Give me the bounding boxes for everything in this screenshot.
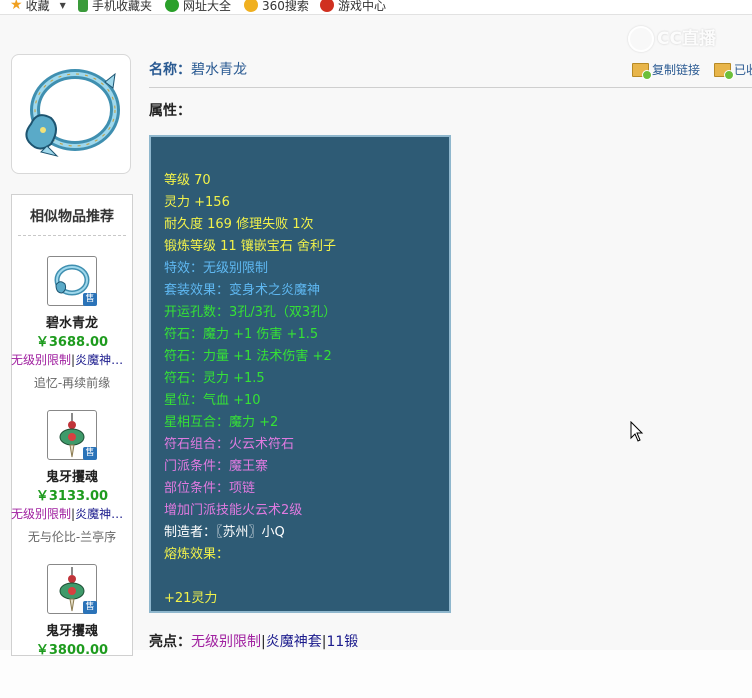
similar-item-thumbnail[interactable]: 售: [47, 410, 97, 460]
search-360-icon: [244, 0, 258, 12]
star-icon: ★: [10, 0, 23, 13]
similar-item-thumbnail[interactable]: 售: [47, 256, 97, 306]
bookmark-label: 游戏中心: [338, 0, 387, 13]
copy-link-icon: [632, 62, 652, 80]
attributes-panel: 等级 70 灵力 +156 耐久度 169 修理失败 1次 锻炼等级 11 镶嵌…: [149, 135, 451, 613]
attr-line-spirit: 灵力 +156: [164, 195, 230, 210]
similar-item-server: 无与伦比-兰亭序: [27, 530, 117, 544]
item-name-label: 名称：: [149, 62, 191, 78]
bookmark-site-directory[interactable]: 网址大全: [165, 0, 231, 14]
attr-line-smelt-value: +21灵力: [164, 591, 218, 606]
attr-line-holes: 开运孔数：3孔/3孔（双3孔）: [164, 305, 337, 320]
copy-link-button[interactable]: 复制链接: [632, 61, 700, 80]
similar-item-name[interactable]: 鬼牙攫魂: [12, 466, 132, 485]
similar-item-name[interactable]: 鬼牙攫魂: [12, 620, 132, 639]
similar-item[interactable]: 售 鬼牙攫魂 ￥3800.00: [12, 544, 132, 698]
bookmarks-bar: ★ 收藏 ▼ 手机收藏夹 网址大全 360搜索 游戏中心: [0, 0, 752, 15]
similar-item-name[interactable]: 碧水青龙: [12, 312, 132, 331]
bookmark-label: 网址大全: [183, 0, 232, 13]
bookmark-favorites[interactable]: ★ 收藏 ▼: [10, 0, 66, 14]
similar-item-price: ￥3800.00: [35, 643, 109, 658]
attr-line-school: 门派条件：魔王寨: [164, 459, 269, 474]
similar-item[interactable]: 售 鬼牙攫魂 ￥3133.00 无级别限制|炎魔神… 无与伦比-兰亭序: [11, 390, 132, 544]
item-name-row: 名称：碧水青龙: [149, 59, 247, 79]
divider: [149, 87, 752, 88]
attr-line-star: 星位：气血 +10: [164, 393, 261, 408]
similar-items-title: 相似物品推荐: [18, 195, 126, 236]
favorite-icon: [714, 62, 734, 80]
highlight-tag: 炎魔神套: [265, 634, 322, 650]
similar-item[interactable]: 售 碧水青龙 ￥3688.00 无级别限制|炎魔神… 追忆-再续前缘: [11, 236, 132, 390]
bookmark-label: 手机收藏夹: [92, 0, 153, 13]
bookmark-mobile-favorites[interactable]: 手机收藏夹: [78, 0, 152, 14]
attr-line-rune-3: 符石：灵力 +1.5: [164, 371, 265, 386]
item-name-value: 碧水青龙: [191, 62, 247, 78]
stream-watermark: CC直播: [628, 24, 716, 52]
game-icon: [320, 0, 334, 12]
plus-icon: [165, 0, 179, 12]
attr-line-set-bonus: 套装效果：变身术之炎魔神: [164, 283, 321, 298]
mouse-cursor-icon: [630, 421, 644, 442]
phone-icon: [78, 0, 88, 12]
attr-line-effect: 特效：无级别限制: [164, 261, 269, 276]
bookmark-label: 收藏: [25, 0, 50, 13]
favorite-button[interactable]: 已收: [714, 61, 752, 80]
sold-badge: 售: [83, 293, 97, 306]
bookmark-game-center[interactable]: 游戏中心: [320, 0, 386, 14]
attr-line-slot: 部位条件：项链: [164, 481, 256, 496]
item-image: [11, 54, 131, 174]
attr-line-skill: 增加门派技能火云术2级: [164, 503, 303, 518]
bookmark-label: 360搜索: [262, 0, 309, 13]
highlights-row: 亮点：无级别限制|炎魔神套|11锻: [149, 634, 359, 650]
attr-line-smelt-label: 熔炼效果：: [164, 547, 230, 562]
similar-item-thumbnail[interactable]: 售: [47, 564, 97, 614]
attr-line-level: 等级 70: [164, 173, 211, 188]
attr-line-rune-2: 符石：力量 +1 法术伤害 +2: [164, 349, 332, 364]
similar-items-panel: 相似物品推荐 售 碧水青龙 ￥3688.00 无级别限制|炎魔神… 追忆-再续前…: [11, 194, 133, 658]
dragon-ring-icon: [25, 69, 120, 157]
highlights-label: 亮点：: [149, 634, 191, 650]
cc-logo-icon: [628, 26, 654, 52]
bookmark-360-search[interactable]: 360搜索: [244, 0, 309, 14]
similar-item-server: 追忆-再续前缘: [33, 376, 111, 390]
attr-line-maker: 制造者：〖苏州〗小Q: [164, 525, 285, 540]
sold-badge: 售: [83, 447, 97, 460]
similar-item-tags: 无级别限制|炎魔神…: [11, 353, 124, 367]
highlight-tag: 无级别限制: [191, 634, 261, 650]
dropdown-arrow-icon: ▼: [59, 0, 66, 10]
highlight-tag: 11锻: [326, 634, 359, 650]
attr-line-forge: 锻炼等级 11 镶嵌宝石 舍利子: [164, 239, 336, 254]
attributes-label: 属性：: [149, 103, 191, 119]
attr-line-durability: 耐久度 169 修理失败 1次: [164, 217, 314, 232]
attr-line-rune-combo: 符石组合：火云术符石: [164, 437, 295, 452]
similar-item-price: ￥3133.00: [35, 489, 109, 504]
sold-badge: 售: [83, 601, 97, 614]
similar-item-tags: 无级别限制|炎魔神…: [11, 507, 124, 521]
attr-line-rune-1: 符石：魔力 +1 伤害 +1.5: [164, 327, 319, 342]
similar-item-price: ￥3688.00: [35, 335, 109, 350]
attr-line-star-combo: 星相互合：魔力 +2: [164, 415, 279, 430]
